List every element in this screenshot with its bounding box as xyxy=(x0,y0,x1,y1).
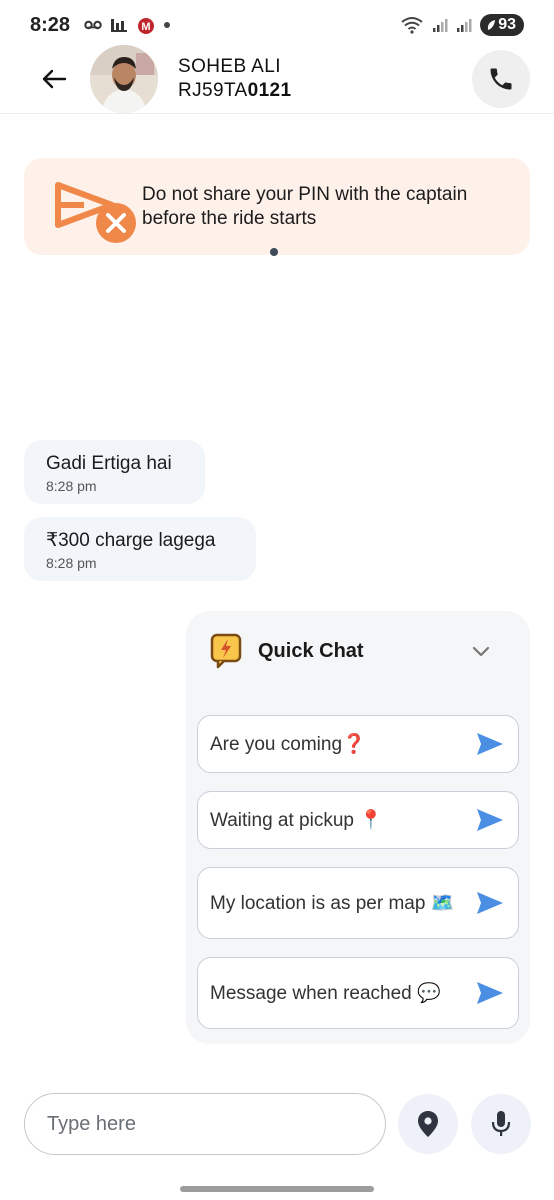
share-location-button[interactable] xyxy=(398,1094,458,1154)
signal-icon-2 xyxy=(457,19,472,32)
message-text: ₹300 charge lagega xyxy=(46,530,216,551)
lightning-chat-icon xyxy=(210,633,242,669)
message-composer xyxy=(24,1093,386,1155)
notification-dot-icon xyxy=(164,22,171,28)
voice-message-button[interactable] xyxy=(471,1094,531,1154)
safety-banner: Do not share your PIN with the captain b… xyxy=(24,158,530,255)
chart-app-icon xyxy=(111,19,128,32)
quick-chat-header: Quick Chat xyxy=(210,633,364,669)
app-notification-icon: M xyxy=(138,18,155,34)
status-bar: 8:28 M 93 xyxy=(0,0,554,50)
status-right-icons: 93 xyxy=(400,14,524,36)
quick-reply-label: Message when reached 💬 xyxy=(210,982,441,1004)
microphone-icon xyxy=(491,1111,511,1136)
quick-chat-title: Quick Chat xyxy=(258,639,364,662)
battery-leaf-icon xyxy=(488,20,496,30)
quick-reply-label: Are you coming❓ xyxy=(210,733,366,755)
vehicle-plate: RJ59TA0121 xyxy=(178,80,292,102)
svg-text:M: M xyxy=(141,21,150,33)
driver-name: SOHEB ALI xyxy=(178,55,281,77)
quick-reply-label: My location is as per map 🗺️ xyxy=(210,892,455,914)
chat-header: SOHEB ALI RJ59TA0121 xyxy=(0,44,554,114)
carousel-dot xyxy=(270,248,278,256)
quick-chat-panel: Quick Chat Are you coming❓ Waiting at pi… xyxy=(186,611,530,1044)
pin-warning-icon xyxy=(54,167,136,247)
quick-reply-option[interactable]: Waiting at pickup 📍 xyxy=(197,791,519,849)
message-text: Gadi Ertiga hai xyxy=(46,453,172,474)
call-button[interactable] xyxy=(472,49,530,108)
collapse-button[interactable] xyxy=(468,639,494,665)
message-time: 8:28 pm xyxy=(46,478,97,494)
plate-prefix: RJ59TA xyxy=(178,79,248,101)
banner-text: Do not share your PIN with the captain b… xyxy=(142,183,468,229)
signal-icon-1 xyxy=(433,19,448,32)
chevron-down-icon xyxy=(472,646,490,657)
driver-photo xyxy=(90,44,158,113)
quick-reply-option[interactable]: Message when reached 💬 xyxy=(197,957,519,1029)
battery-level: 93 xyxy=(498,16,516,33)
status-left-icons: M xyxy=(84,15,171,35)
voicemail-icon xyxy=(84,20,102,30)
back-button[interactable] xyxy=(32,57,76,101)
message-time: 8:28 pm xyxy=(46,555,97,571)
plate-suffix: 0121 xyxy=(247,79,292,101)
phone-icon xyxy=(490,68,512,89)
quick-reply-label: Waiting at pickup 📍 xyxy=(210,809,383,831)
send-icon[interactable] xyxy=(474,977,506,1009)
send-icon[interactable] xyxy=(474,887,506,919)
message-bubble: ₹300 charge lagega 8:28 pm xyxy=(24,517,256,581)
status-time: 8:28 xyxy=(30,13,71,36)
message-bubble: Gadi Ertiga hai 8:28 pm xyxy=(24,440,205,504)
quick-reply-option[interactable]: Are you coming❓ xyxy=(197,715,519,773)
driver-info: SOHEB ALI RJ59TA0121 xyxy=(178,56,292,102)
battery-indicator: 93 xyxy=(480,14,524,36)
arrow-left-icon xyxy=(42,69,67,88)
quick-reply-option[interactable]: My location is as per map 🗺️ xyxy=(197,867,519,939)
driver-avatar xyxy=(90,44,158,113)
wifi-icon xyxy=(401,17,423,34)
send-icon[interactable] xyxy=(474,728,506,760)
send-icon[interactable] xyxy=(474,804,506,836)
location-pin-icon xyxy=(418,1111,438,1137)
message-input[interactable] xyxy=(47,1112,363,1136)
gesture-bar[interactable] xyxy=(180,1186,374,1192)
